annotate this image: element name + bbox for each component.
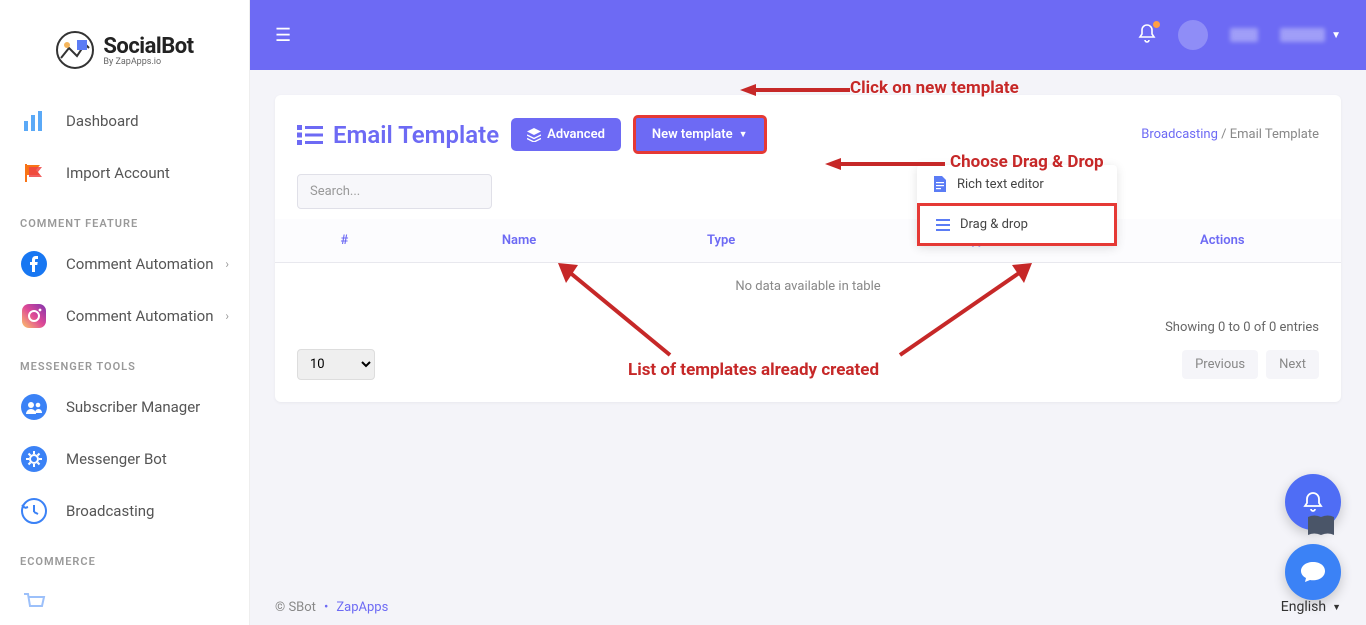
logo-icon bbox=[55, 30, 95, 70]
caret-down-icon: ▼ bbox=[1332, 602, 1341, 613]
avatar[interactable] bbox=[1178, 20, 1208, 50]
copyright: © SBot bbox=[275, 600, 316, 615]
history-icon bbox=[20, 497, 48, 525]
main-card: Email Template Advanced New template ▼ B… bbox=[275, 95, 1341, 402]
user-dropdown[interactable]: ▼ bbox=[1280, 28, 1341, 42]
cart-icon bbox=[20, 588, 48, 616]
nav-messenger-bot[interactable]: Messenger Bot bbox=[0, 433, 249, 485]
topbar: ☰ ▼ bbox=[250, 0, 1366, 70]
col-index[interactable]: # bbox=[275, 219, 414, 263]
nav-label: Import Account bbox=[66, 164, 170, 182]
main: ☰ ▼ Email Template Advanc bbox=[250, 0, 1366, 625]
bell-icon bbox=[1303, 491, 1323, 513]
list-icon bbox=[297, 124, 323, 146]
chat-icon bbox=[1300, 560, 1326, 584]
col-type[interactable]: Type bbox=[624, 219, 818, 263]
nav-label: Subscriber Manager bbox=[66, 398, 200, 416]
new-template-dropdown: Rich text editor Drag & drop bbox=[917, 165, 1117, 246]
search-input[interactable] bbox=[297, 174, 492, 209]
breadcrumb-current: Email Template bbox=[1230, 127, 1319, 142]
nav-label: Comment Automation bbox=[66, 255, 214, 273]
rows-per-page-select[interactable]: 10 bbox=[297, 349, 375, 380]
prev-button[interactable]: Previous bbox=[1182, 350, 1258, 379]
advanced-button[interactable]: Advanced bbox=[511, 118, 621, 151]
nav-comment-ig[interactable]: Comment Automation › bbox=[0, 290, 249, 342]
flag-icon bbox=[20, 159, 48, 187]
page-title: Email Template bbox=[297, 121, 499, 149]
language-selector[interactable]: English ▼ bbox=[1281, 599, 1341, 615]
nav-broadcasting[interactable]: Broadcasting bbox=[0, 485, 249, 537]
lines-icon bbox=[936, 219, 950, 231]
nav-label: Messenger Bot bbox=[66, 450, 167, 468]
users-icon bbox=[20, 393, 48, 421]
breadcrumb: Broadcasting / Email Template bbox=[1141, 127, 1319, 142]
col-actions[interactable]: Actions bbox=[1104, 219, 1341, 263]
breadcrumb-parent[interactable]: Broadcasting bbox=[1141, 127, 1218, 142]
dropdown-rich-text[interactable]: Rich text editor bbox=[917, 165, 1117, 203]
chevron-right-icon: › bbox=[225, 257, 229, 271]
new-template-button[interactable]: New template ▼ bbox=[633, 115, 767, 154]
fab-chat[interactable] bbox=[1285, 544, 1341, 600]
section-ecommerce: ECOMMERCE bbox=[0, 537, 249, 576]
next-button[interactable]: Next bbox=[1266, 350, 1319, 379]
notification-dot bbox=[1153, 21, 1160, 28]
instagram-icon bbox=[20, 302, 48, 330]
footer: © SBot • ZapApps English ▼ bbox=[275, 599, 1341, 615]
nav-label: Dashboard bbox=[66, 112, 139, 130]
nav-comment-fb[interactable]: Comment Automation › bbox=[0, 238, 249, 290]
doc-icon bbox=[933, 176, 947, 192]
user-name-blur bbox=[1230, 28, 1258, 42]
caret-down-icon: ▼ bbox=[1331, 30, 1341, 41]
nav-label: Broadcasting bbox=[66, 502, 154, 520]
sidebar: SocialBot By ZapApps.io Dashboard Import… bbox=[0, 0, 250, 625]
fab-docs-icon bbox=[1306, 513, 1336, 543]
footer-link[interactable]: ZapApps bbox=[336, 600, 388, 615]
showing-text: Showing 0 to 0 of 0 entries bbox=[297, 320, 1319, 335]
caret-down-icon: ▼ bbox=[739, 129, 748, 140]
gear-icon bbox=[20, 445, 48, 473]
layers-icon bbox=[527, 128, 541, 142]
section-messenger-tools: MESSENGER TOOLS bbox=[0, 342, 249, 381]
section-comment-feature: COMMENT FEATURE bbox=[0, 199, 249, 238]
dropdown-drag-drop[interactable]: Drag & drop bbox=[917, 203, 1117, 246]
menu-toggle-icon[interactable]: ☰ bbox=[275, 25, 291, 46]
nav-subscriber-manager[interactable]: Subscriber Manager bbox=[0, 381, 249, 433]
empty-row: No data available in table bbox=[275, 263, 1341, 311]
nav-import-account[interactable]: Import Account bbox=[0, 147, 249, 199]
nav-label: Comment Automation bbox=[66, 307, 214, 325]
templates-table: # Name Type Editor type Actions No data … bbox=[275, 219, 1341, 310]
brand-name: SocialBot bbox=[103, 34, 193, 59]
col-name[interactable]: Name bbox=[414, 219, 624, 263]
nav-ecommerce-item[interactable] bbox=[0, 576, 249, 625]
chevron-right-icon: › bbox=[225, 309, 229, 323]
logo[interactable]: SocialBot By ZapApps.io bbox=[0, 0, 249, 95]
bars-icon bbox=[20, 107, 48, 135]
facebook-icon bbox=[20, 250, 48, 278]
notification-bell-icon[interactable] bbox=[1138, 23, 1156, 48]
nav-dashboard[interactable]: Dashboard bbox=[0, 95, 249, 147]
